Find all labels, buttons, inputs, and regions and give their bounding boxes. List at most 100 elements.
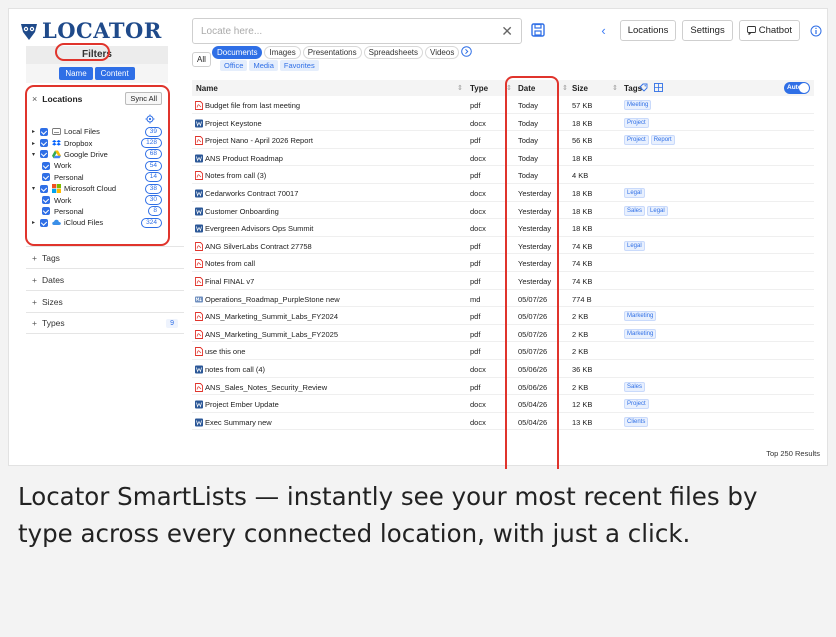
tag-chip[interactable]: Clients bbox=[624, 416, 649, 427]
tag-chip[interactable]: Project bbox=[624, 399, 649, 410]
tag-chip[interactable]: Marketing bbox=[624, 311, 657, 322]
expand-caret-icon[interactable]: ▾ bbox=[32, 151, 40, 158]
expand-caret-icon[interactable]: ▾ bbox=[32, 185, 40, 192]
file-name-cell[interactable]: Operations_Roadmap_PurpleStone new bbox=[195, 295, 340, 304]
tag-chip[interactable]: Legal bbox=[647, 205, 668, 216]
table-row[interactable]: Project Ember Update docx 05/04/26 12 KB Pro… bbox=[192, 395, 814, 413]
collapse-icon[interactable]: × bbox=[32, 94, 37, 104]
name-mode-button[interactable]: Name bbox=[59, 67, 93, 80]
file-name-cell[interactable]: use this one bbox=[195, 347, 245, 356]
location-checkbox[interactable] bbox=[40, 184, 48, 193]
search-input[interactable] bbox=[201, 25, 498, 37]
file-name-cell[interactable]: Project Ember Update bbox=[195, 400, 279, 409]
more-tabs-icon[interactable] bbox=[461, 46, 473, 57]
file-name-cell[interactable]: ANS_Marketing_Summit_Labs_FY2024 bbox=[195, 312, 338, 321]
table-row[interactable]: ANS_Marketing_Summit_Labs_FY2024 pdf 05/07… bbox=[192, 307, 814, 325]
collapse-chevron-icon[interactable]: ‹ bbox=[601, 23, 605, 38]
col-type-header[interactable]: Type bbox=[470, 84, 488, 93]
table-row[interactable]: Project Keystone docx Today 18 KB Project bbox=[192, 114, 814, 132]
col-size-header[interactable]: Size bbox=[572, 84, 588, 93]
tab-presentations[interactable]: Presentations bbox=[302, 46, 362, 59]
file-name-cell[interactable]: ANG SilverLabs Contract 27758 bbox=[195, 242, 312, 251]
info-icon[interactable] bbox=[810, 25, 822, 37]
location-item[interactable]: Personal 14 bbox=[32, 172, 162, 183]
types-section[interactable]: + Types 9 bbox=[26, 312, 184, 334]
dates-section[interactable]: + Dates bbox=[26, 268, 184, 290]
location-checkbox[interactable] bbox=[42, 196, 50, 205]
location-item[interactable]: Work 30 bbox=[32, 194, 162, 206]
file-name-cell[interactable]: Notes from call (3) bbox=[195, 171, 266, 180]
table-row[interactable]: ANS_Sales_Notes_Security_Review pdf 05/06/… bbox=[192, 378, 814, 396]
table-row[interactable]: use this one pdf 05/07/26 2 KB bbox=[192, 342, 814, 360]
file-name-cell[interactable]: Cedarworks Contract 70017 bbox=[195, 189, 298, 198]
location-item[interactable]: ▸ Local Files 39 bbox=[32, 126, 162, 137]
tag-chip[interactable]: Sales bbox=[624, 205, 646, 216]
location-item[interactable]: ▸ iCloud Files 324 bbox=[32, 217, 162, 228]
location-checkbox[interactable] bbox=[40, 150, 48, 159]
file-name-cell[interactable]: ANS_Sales_Notes_Security_Review bbox=[195, 383, 327, 392]
file-name-cell[interactable]: Project Keystone bbox=[195, 119, 262, 128]
expand-caret-icon[interactable]: ▸ bbox=[32, 219, 40, 226]
tab-videos[interactable]: Videos bbox=[425, 46, 460, 59]
tag-chip[interactable]: Legal bbox=[624, 187, 645, 198]
table-row[interactable]: Operations_Roadmap_PurpleStone new md 05/0… bbox=[192, 290, 814, 308]
app-logo[interactable]: LOCATOR bbox=[18, 18, 162, 43]
tag-chip[interactable]: Meeting bbox=[624, 100, 652, 110]
sort-icon[interactable]: ⇕ bbox=[612, 84, 618, 92]
file-name-cell[interactable]: Project Nano - April 2026 Report bbox=[195, 136, 313, 145]
save-search-icon[interactable] bbox=[530, 22, 546, 38]
location-checkbox[interactable] bbox=[40, 139, 48, 148]
locations-button[interactable]: Locations bbox=[619, 20, 677, 41]
location-checkbox[interactable] bbox=[40, 218, 48, 227]
location-item[interactable]: ▸ Dropbox 128 bbox=[32, 137, 162, 149]
chatbot-button[interactable]: Chatbot bbox=[738, 20, 800, 41]
location-checkbox[interactable] bbox=[40, 127, 48, 136]
file-name-cell[interactable]: ANS Product Roadmap bbox=[195, 154, 283, 163]
location-item[interactable]: ▾ Google Drive 68 bbox=[32, 149, 162, 160]
more-tabs-button[interactable] bbox=[461, 46, 473, 59]
sort-icon[interactable]: ⇕ bbox=[457, 84, 463, 92]
location-item[interactable]: Personal 8 bbox=[32, 206, 162, 217]
table-row[interactable]: Project Nano - April 2026 Report pdf Today… bbox=[192, 131, 814, 149]
expand-caret-icon[interactable]: ▸ bbox=[32, 128, 40, 135]
location-checkbox[interactable] bbox=[42, 161, 50, 170]
tags-section[interactable]: + Tags bbox=[26, 246, 184, 268]
tag-chip[interactable]: Legal bbox=[624, 240, 645, 251]
location-checkbox[interactable] bbox=[42, 207, 50, 216]
file-name-cell[interactable]: Budget file from last meeting bbox=[195, 101, 300, 110]
auto-toggle[interactable]: Auto bbox=[784, 82, 810, 94]
file-name-cell[interactable]: Customer Onboarding bbox=[195, 207, 279, 216]
location-checkbox[interactable] bbox=[42, 173, 50, 182]
table-row[interactable]: Cedarworks Contract 70017 docx Yesterday 18… bbox=[192, 184, 814, 202]
file-name-cell[interactable]: Final FINAL v7 bbox=[195, 277, 254, 286]
sizes-section[interactable]: + Sizes bbox=[26, 290, 184, 312]
subtab-office[interactable]: Office bbox=[220, 60, 248, 71]
location-item[interactable]: ▾ Microsoft Cloud 38 bbox=[32, 183, 162, 194]
grid-icon[interactable] bbox=[654, 83, 663, 92]
subtab-favorites[interactable]: Favorites bbox=[279, 60, 319, 71]
file-name-cell[interactable]: Evergreen Advisors Ops Summit bbox=[195, 224, 313, 233]
tab-all[interactable]: All bbox=[192, 52, 211, 67]
sync-all-button[interactable]: Sync All bbox=[125, 92, 162, 105]
table-row[interactable]: ANG SilverLabs Contract 27758 pdf Yesterda… bbox=[192, 237, 814, 255]
table-row[interactable]: Customer Onboarding docx Yesterday 18 KB Sal… bbox=[192, 202, 814, 220]
file-name-cell[interactable]: Notes from call bbox=[195, 259, 255, 268]
table-row[interactable]: Exec Summary new docx 05/04/26 13 KB Clients bbox=[192, 413, 814, 431]
file-name-cell[interactable]: Exec Summary new bbox=[195, 418, 272, 427]
tag-chip[interactable]: Report bbox=[650, 135, 675, 146]
tag-icon[interactable] bbox=[639, 83, 648, 92]
col-name-header[interactable]: Name bbox=[196, 84, 218, 93]
clear-search-icon[interactable]: ✕ bbox=[501, 23, 513, 40]
tag-chip[interactable]: Marketing bbox=[624, 328, 657, 339]
subtab-media[interactable]: Media bbox=[249, 60, 278, 71]
file-name-cell[interactable]: ANS_Marketing_Summit_Labs_FY2025 bbox=[195, 330, 338, 339]
gear-icon[interactable] bbox=[145, 114, 155, 124]
table-row[interactable]: Evergreen Advisors Ops Summit docx Yesterd… bbox=[192, 219, 814, 237]
table-row[interactable]: Final FINAL v7 pdf Yesterday 74 KB bbox=[192, 272, 814, 290]
table-row[interactable]: ANS Product Roadmap docx Today 18 KB bbox=[192, 149, 814, 167]
expand-caret-icon[interactable]: ▸ bbox=[32, 140, 40, 147]
locations-header[interactable]: × Locations Sync All bbox=[32, 92, 162, 105]
table-row[interactable]: Notes from call pdf Yesterday 74 KB bbox=[192, 254, 814, 272]
tab-images[interactable]: Images bbox=[264, 46, 301, 59]
tab-documents[interactable]: Documents bbox=[212, 46, 263, 59]
